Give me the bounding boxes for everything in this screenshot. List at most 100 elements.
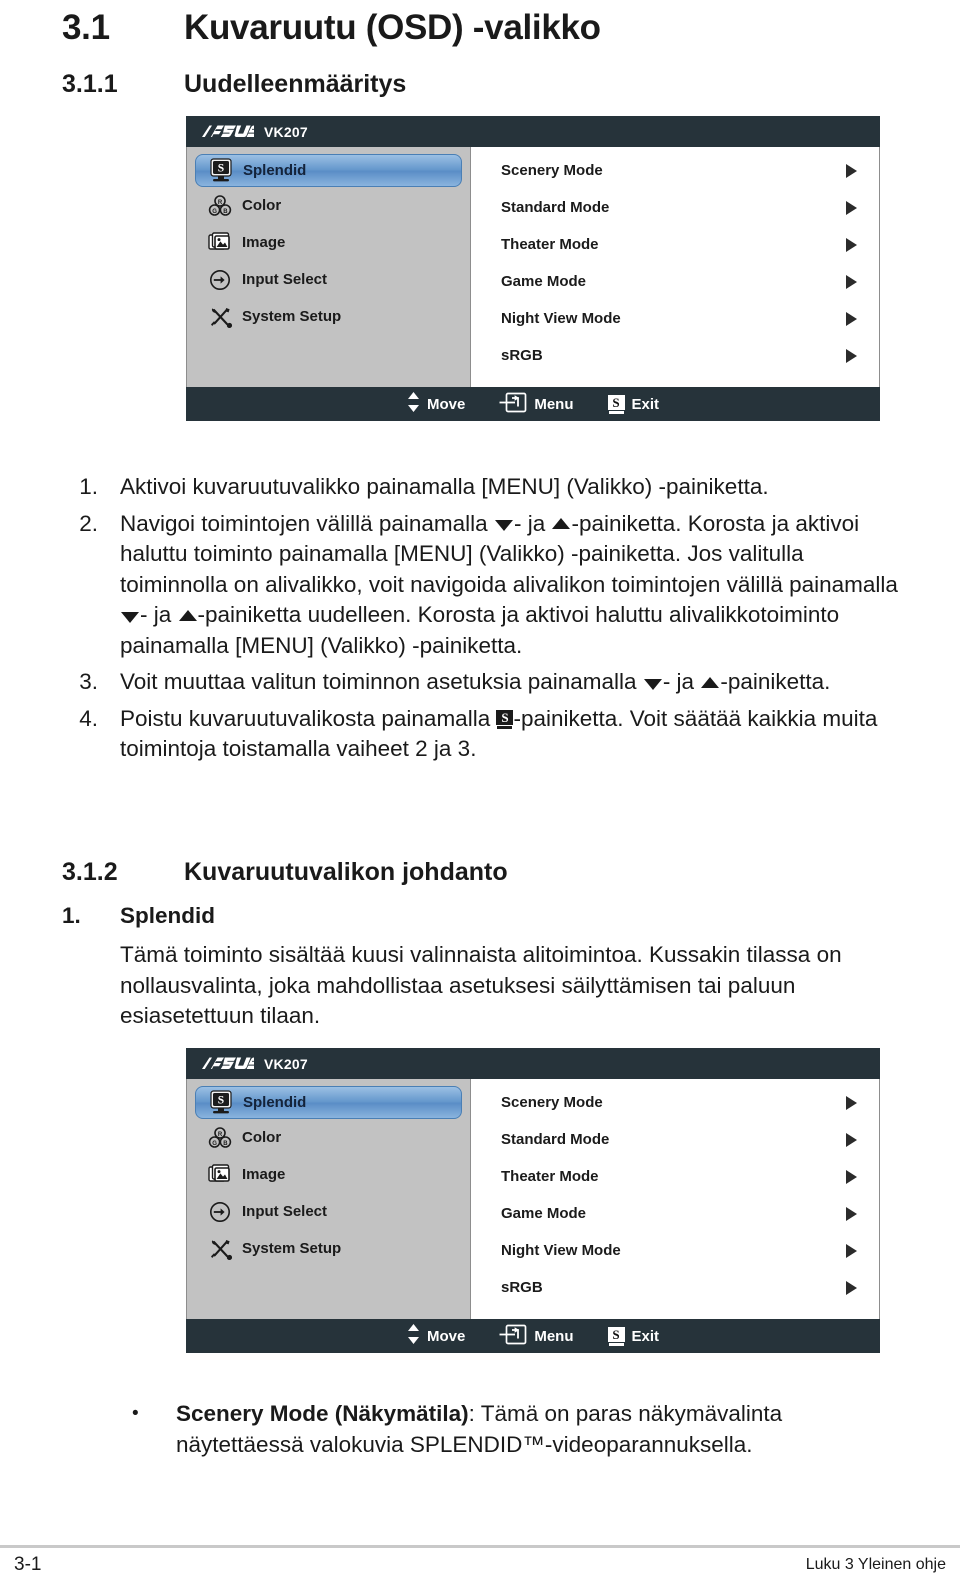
- chevron-right-icon: [846, 348, 857, 363]
- input-select-icon: [206, 268, 234, 292]
- osd-footer-label: Exit: [631, 395, 660, 413]
- osd-option-list: Scenery Mode Standard Mode Theater Mode Gam…: [471, 147, 879, 387]
- osd-body: S Splendid R G B Color Image Input Selec…: [186, 1079, 880, 1319]
- osd-nav-item-input-select[interactable]: Input Select: [195, 1193, 462, 1230]
- osd-option-game-mode[interactable]: Game Mode: [471, 263, 879, 300]
- osd-nav-item-label: Splendid: [243, 162, 307, 179]
- osd-footer-menu[interactable]: Menu: [499, 392, 574, 417]
- osd-footer-bar: Move Menu S Exit: [186, 387, 880, 421]
- osd-titlebar: VK207: [186, 1048, 880, 1079]
- step-number: 1.: [79, 474, 98, 499]
- step-text: Aktivoi kuvaruutuvalikko painamalla [MEN…: [120, 474, 769, 499]
- osd-option-standard-mode[interactable]: Standard Mode: [471, 189, 879, 226]
- osd-nav-item-label: Image: [242, 234, 286, 251]
- osd-nav-item-label: System Setup: [242, 308, 342, 325]
- osd-model-name: VK207: [264, 123, 308, 140]
- osd-footer-move[interactable]: Move: [407, 391, 465, 417]
- osd-option-label: Game Mode: [501, 1205, 587, 1222]
- osd-model-name: VK207: [264, 1055, 308, 1072]
- osd-nav-item-splendid[interactable]: S Splendid: [195, 154, 462, 187]
- step-number: 4.: [79, 705, 98, 731]
- osd-option-game-mode[interactable]: Game Mode: [471, 1195, 879, 1232]
- system-setup-icon: [206, 305, 234, 329]
- osd-option-scenery-mode[interactable]: Scenery Mode: [471, 152, 879, 189]
- step-text: Voit muuttaa valitun toiminnon asetuksia…: [120, 669, 831, 694]
- splendid-icon: S: [207, 158, 235, 183]
- osd-nav-item-label: System Setup: [242, 1240, 342, 1257]
- osd-footer-label: Exit: [631, 1327, 660, 1345]
- chevron-right-icon: [846, 1206, 857, 1221]
- input-select-icon: [206, 1200, 234, 1224]
- osd-option-label: Scenery Mode: [501, 162, 603, 179]
- osd-nav-item-splendid[interactable]: S Splendid: [195, 1086, 462, 1119]
- updown-arrows-icon: [407, 391, 420, 417]
- chevron-right-icon: [846, 274, 857, 289]
- osd-footer-label: Menu: [534, 1327, 574, 1345]
- splendid-icon: S: [207, 1090, 235, 1115]
- osd-option-scenery-mode[interactable]: Scenery Mode: [471, 1084, 879, 1121]
- splendid-s-icon: S: [607, 1326, 625, 1346]
- updown-arrows-icon: [407, 1323, 420, 1349]
- section-title: Kuvaruutu (OSD) -valikko: [184, 8, 601, 47]
- osd-option-label: Standard Mode: [501, 199, 610, 216]
- osd-nav-item-input-select[interactable]: Input Select: [195, 261, 462, 298]
- osd-nav-item-color[interactable]: R G B Color: [195, 1119, 462, 1156]
- osd-option-label: sRGB: [501, 347, 543, 364]
- footer-divider: [0, 1545, 960, 1548]
- step-text: Navigoi toimintojen välillä painamalla -…: [120, 510, 898, 658]
- osd-option-label: Game Mode: [501, 273, 587, 290]
- svg-text:R: R: [218, 200, 223, 206]
- osd-titlebar: VK207: [186, 116, 880, 147]
- osd-nav-item-label: Color: [242, 1129, 282, 1146]
- osd-footer-label: Menu: [534, 395, 574, 413]
- splendid-item-heading: 1. Splendid: [62, 903, 215, 929]
- osd-option-label: Night View Mode: [501, 310, 621, 327]
- splendid-item-title: Splendid: [120, 903, 215, 928]
- image-icon: [206, 1163, 234, 1186]
- splendid-item-number: 1.: [62, 903, 81, 928]
- chevron-right-icon: [846, 200, 857, 215]
- asus-logo: [202, 125, 254, 137]
- osd-nav-item-color[interactable]: R G B Color: [195, 187, 462, 224]
- subsection-heading-2: 3.1.2 Kuvaruutuvalikon johdanto: [62, 858, 508, 887]
- osd-screenshot-1: VK207 S Splendid R G B Color Image Input…: [186, 116, 880, 421]
- instruction-step: 3. Voit muuttaa valitun toiminnon asetuks…: [62, 667, 912, 698]
- osd-option-theater-mode[interactable]: Theater Mode: [471, 1158, 879, 1195]
- subsection-title-1: Uudelleenmääritys: [184, 70, 407, 98]
- osd-nav-item-image[interactable]: Image: [195, 224, 462, 261]
- svg-text:S: S: [218, 163, 224, 175]
- bullet-marker: •: [132, 1403, 139, 1424]
- step-number: 2.: [79, 510, 98, 536]
- osd-footer-label: Move: [426, 395, 466, 413]
- osd-nav-item-label: Input Select: [242, 1203, 328, 1220]
- triangle-up-icon: [701, 676, 720, 688]
- osd-option-label: Theater Mode: [501, 1168, 599, 1185]
- osd-category-list: S Splendid R G B Color Image Input Selec…: [187, 1079, 471, 1319]
- osd-option-night-view-mode[interactable]: Night View Mode: [471, 300, 879, 337]
- osd-footer-exit[interactable]: S Exit: [607, 394, 660, 414]
- page-number: 3-1: [14, 1554, 42, 1575]
- osd-footer-exit[interactable]: S Exit: [607, 1326, 660, 1346]
- osd-option-standard-mode[interactable]: Standard Mode: [471, 1121, 879, 1158]
- step-number: 3.: [79, 669, 98, 694]
- svg-text:G: G: [212, 209, 217, 215]
- chevron-right-icon: [846, 311, 857, 326]
- osd-nav-item-label: Image: [242, 1166, 286, 1183]
- chevron-right-icon: [846, 1280, 857, 1295]
- osd-nav-item-system-setup[interactable]: System Setup: [195, 298, 462, 335]
- osd-option-night-view-mode[interactable]: Night View Mode: [471, 1232, 879, 1269]
- osd-option-theater-mode[interactable]: Theater Mode: [471, 226, 879, 263]
- splendid-s-icon: S: [496, 709, 514, 729]
- subsection-title-2: Kuvaruutuvalikon johdanto: [184, 858, 508, 886]
- triangle-down-icon: [494, 520, 513, 532]
- chevron-right-icon: [846, 163, 857, 178]
- subsection-number-1: 3.1.1: [62, 70, 118, 98]
- instruction-steps: 1. Aktivoi kuvaruutuvalikko painamalla [M…: [62, 472, 912, 771]
- osd-nav-item-image[interactable]: Image: [195, 1156, 462, 1193]
- osd-footer-move[interactable]: Move: [407, 1323, 465, 1349]
- svg-text:G: G: [212, 1141, 217, 1147]
- osd-footer-menu[interactable]: Menu: [499, 1324, 574, 1349]
- osd-option-srgb[interactable]: sRGB: [471, 337, 879, 374]
- osd-nav-item-system-setup[interactable]: System Setup: [195, 1230, 462, 1267]
- osd-option-srgb[interactable]: sRGB: [471, 1269, 879, 1306]
